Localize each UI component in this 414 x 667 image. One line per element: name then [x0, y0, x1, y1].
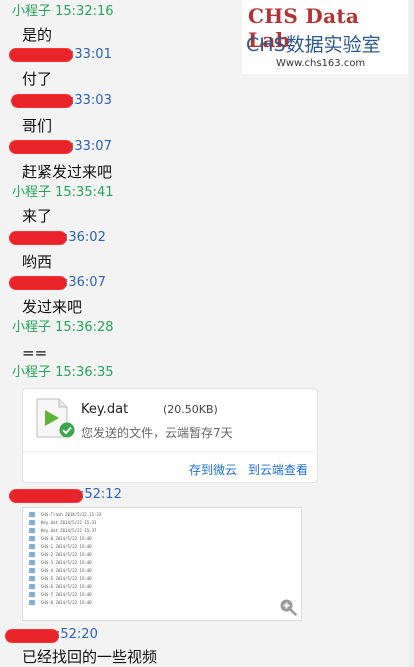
watermark-logo: CHS Data Lab CHS数据实验室 Www.chs163.com [242, 0, 408, 74]
file-name: Key.dat [81, 402, 129, 417]
file-icon [29, 551, 35, 557]
file-icon [29, 535, 35, 541]
message-text: 哟西 [22, 253, 53, 271]
file-icon [29, 591, 35, 597]
watermark-url: Www.chs163.com [276, 58, 366, 69]
folder-icon [29, 511, 35, 517]
file-icon [29, 599, 35, 605]
message-sender: 小程子 15:35:41 [12, 185, 114, 200]
message-sender: :52:12 [80, 487, 122, 502]
file-size: (20.50KB) [163, 403, 218, 416]
check-badge-icon [59, 422, 75, 438]
redaction-mark [12, 95, 72, 107]
message-sender: :33:01 [70, 47, 112, 62]
file-icon [29, 559, 35, 565]
view-in-cloud-link[interactable]: 到云端查看 [248, 461, 308, 478]
divider [23, 451, 317, 452]
message-sender: :36:07 [64, 275, 106, 290]
message-sender: :52:20 [56, 627, 98, 642]
redaction-mark [10, 49, 72, 61]
message-text: 已经找回的一些视频 [22, 648, 158, 666]
redaction-mark [10, 277, 66, 289]
file-icon [29, 567, 35, 573]
message-text: 是的 [22, 26, 53, 44]
message-sender: 小程子 15:36:35 [12, 365, 114, 380]
list-item: Key.dat 2014/5/22 15:37 [29, 527, 295, 533]
watermark-subtitle: CHS数据实验室 [246, 34, 381, 56]
message-text: == [22, 344, 48, 362]
list-item: CHS-7 2014/5/22 15:40 [29, 591, 295, 597]
message-sender: :33:03 [70, 93, 112, 108]
file-message-card[interactable]: Key.dat (20.50KB) 您发送的文件，云端暂存7天 存到微云 到云端… [22, 388, 318, 483]
file-icon [29, 519, 35, 525]
message-text: 赶紧发过来吧 [22, 163, 113, 181]
file-icon [29, 527, 35, 533]
list-item: CHS-5 2014/5/22 15:40 [29, 575, 295, 581]
list-item: CHS-2 2014/5/22 15:40 [29, 551, 295, 557]
message-text: 发过来吧 [22, 298, 83, 316]
message-sender: 小程子 15:32:16 [12, 4, 114, 19]
message-text: 付了 [22, 70, 53, 88]
save-to-weiyun-link[interactable]: 存到微云 [189, 461, 237, 478]
message-sender: :36:02 [64, 230, 106, 245]
scrollbar-track[interactable] [409, 0, 414, 667]
image-attachment[interactable]: CHS-Trash 2014/5/22 15:33 Key.dat 2014/5… [22, 507, 302, 621]
list-item: CHS-0 2014/5/22 15:40 [29, 535, 295, 541]
file-icon [29, 583, 35, 589]
list-item: CHS-1 2014/5/22 15:40 [29, 543, 295, 549]
chat-history: CHS Data Lab CHS数据实验室 Www.chs163.com 小程子… [0, 0, 414, 667]
zoom-in-icon[interactable] [279, 598, 297, 616]
file-icon [29, 575, 35, 581]
file-status: 您发送的文件，云端暂存7天 [81, 426, 233, 440]
list-item: CHS-8 2014/5/22 15:40 [29, 599, 295, 605]
message-sender: 小程子 15:36:28 [12, 320, 114, 335]
list-item: CHS-6 2014/5/22 15:40 [29, 583, 295, 589]
redaction-mark [6, 630, 58, 642]
list-item: CHS-4 2014/5/22 15:40 [29, 567, 295, 573]
list-item: Key.dat 2014/5/22 15:33 [29, 519, 295, 525]
message-sender: :33:07 [70, 139, 112, 154]
file-icon [29, 543, 35, 549]
redaction-mark [10, 232, 66, 244]
redaction-mark [10, 490, 82, 502]
redaction-mark [10, 141, 72, 153]
message-text: 来了 [22, 207, 53, 225]
list-item: CHS-Trash 2014/5/22 15:33 [29, 511, 295, 517]
message-text: 哥们 [22, 117, 53, 135]
list-item: CHS-3 2014/5/22 15:40 [29, 559, 295, 565]
